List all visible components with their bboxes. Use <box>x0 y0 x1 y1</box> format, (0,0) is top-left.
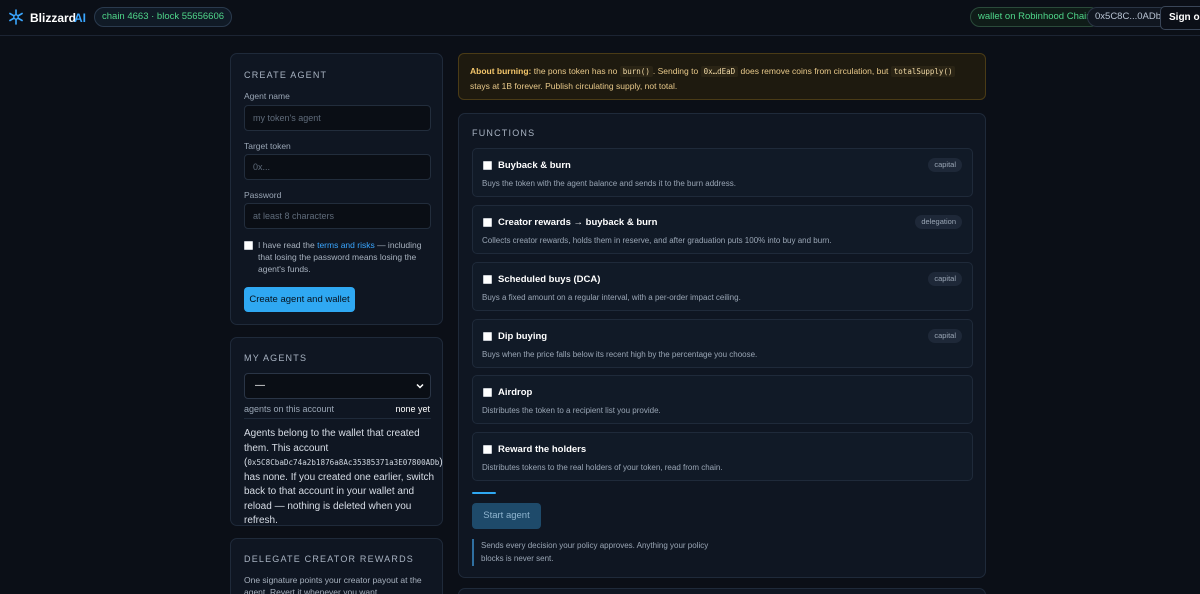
function-checkbox[interactable] <box>483 332 492 341</box>
create-agent-panel: CREATE AGENT Agent name Target token Pas… <box>230 53 443 325</box>
policy-note: Sends every decision your policy approve… <box>472 539 712 566</box>
function-checkbox[interactable] <box>483 218 492 227</box>
agents-count-value: none yet <box>395 404 430 414</box>
function-name: Scheduled buys (DCA) <box>498 274 601 285</box>
function-name: Buyback & burn <box>498 160 571 171</box>
wallet-status-badge[interactable]: wallet on Robinhood Chain <box>970 7 1100 27</box>
next-panel <box>458 588 986 594</box>
delegate-rewards-panel: DELEGATE CREATOR REWARDS One signature p… <box>230 538 443 594</box>
divider <box>244 418 431 419</box>
function-checkbox[interactable] <box>483 445 492 454</box>
notice-text-3: does remove coins from circulation, but <box>738 66 891 76</box>
agents-count-label: agents on this account <box>244 404 335 414</box>
function-description: Buys the token with the agent balance an… <box>482 179 736 188</box>
notice-text-2: . Sending to <box>652 66 701 76</box>
function-card-airdrop[interactable]: Airdrop Distributes the token to a recip… <box>472 375 973 424</box>
my-agents-panel: MY AGENTS — agents on this account none … <box>230 337 443 526</box>
account-address-badge[interactable]: 0x5C8C...0ADb <box>1087 7 1170 27</box>
target-token-label: Target token <box>244 141 291 151</box>
terms-checkbox[interactable] <box>244 241 253 250</box>
notice-code-1: burn() <box>619 66 653 77</box>
agent-name-label: Agent name <box>244 91 290 101</box>
function-checkbox[interactable] <box>483 275 492 284</box>
top-bar: Blizzard AI chain 4663 · block 55656606 … <box>0 0 1200 36</box>
chain-status-badge: chain 4663 · block 55656606 <box>94 7 233 27</box>
create-agent-button[interactable]: Create agent and wallet <box>244 287 355 312</box>
snowflake-logo-icon <box>9 9 23 25</box>
my-agents-title: MY AGENTS <box>244 353 308 363</box>
brand-name: Blizzard <box>30 11 77 25</box>
create-agent-title: CREATE AGENT <box>244 70 328 80</box>
function-card-reward-holders[interactable]: Reward the holders Distributes tokens to… <box>472 432 973 481</box>
password-label: Password <box>244 190 282 200</box>
target-token-input[interactable] <box>244 154 431 180</box>
functions-title: FUNCTIONS <box>472 128 536 138</box>
start-agent-button[interactable]: Start agent <box>472 503 541 529</box>
agents-desc-part-2: ) has none. If you created one earlier, … <box>244 457 443 526</box>
agent-name-input[interactable] <box>244 105 431 131</box>
function-description: Buys a fixed amount on a regular interva… <box>482 293 741 302</box>
function-tag: delegation <box>915 215 962 229</box>
agent-select-value: — <box>255 380 265 391</box>
notice-heading: About burning: <box>470 66 532 76</box>
terms-prefix: I have read the <box>258 240 318 250</box>
agents-description: Agents belong to the wallet that created… <box>244 427 443 529</box>
password-input[interactable] <box>244 203 431 229</box>
brand-suffix: AI <box>74 11 86 25</box>
function-tag: capital <box>928 158 962 172</box>
chevron-down-icon <box>416 383 424 389</box>
notice-code-3: totalSupply() <box>890 66 956 77</box>
terms-text: I have read the terms and risks — includ… <box>258 239 433 275</box>
notice-text-4: stays at 1B forever. Publish circulating… <box>470 81 678 91</box>
function-description: Distributes tokens to the real holders o… <box>482 463 723 472</box>
function-card-scheduled-buys[interactable]: Scheduled buys (DCA) Buys a fixed amount… <box>472 262 973 311</box>
burn-notice: About burning: the pons token has no bur… <box>458 53 986 100</box>
function-name: Creator rewards → buyback & burn <box>498 217 658 228</box>
account-address: 0x5C8CbaDc74a2b1876a8Ac35385371a3E07800A… <box>247 458 440 467</box>
function-tag: capital <box>928 329 962 343</box>
function-card-buyback-burn[interactable]: Buyback & burn Buys the token with the a… <box>472 148 973 197</box>
notice-text-1: the pons token has no <box>531 66 620 76</box>
terms-link[interactable]: terms and risks <box>317 240 375 250</box>
function-description: Buys when the price falls below its rece… <box>482 350 758 359</box>
function-checkbox[interactable] <box>483 161 492 170</box>
function-description: Distributes the token to a recipient lis… <box>482 406 661 415</box>
function-name: Reward the holders <box>498 444 587 455</box>
function-name: Airdrop <box>498 387 533 398</box>
notice-code-2: 0x…dEaD <box>700 66 739 77</box>
function-card-dip-buying[interactable]: Dip buying Buys when the price falls bel… <box>472 319 973 368</box>
function-tag: capital <box>928 272 962 286</box>
sign-out-button[interactable]: Sign out <box>1160 6 1200 30</box>
delegate-rewards-title: DELEGATE CREATOR REWARDS <box>244 554 414 564</box>
delegate-rewards-description: One signature points your creator payout… <box>244 575 422 594</box>
function-card-creator-rewards[interactable]: Creator rewards → buyback & burn Collect… <box>472 205 973 254</box>
function-description: Collects creator rewards, holds them in … <box>482 236 832 245</box>
progress-indicator <box>472 492 496 494</box>
function-name: Dip buying <box>498 331 548 342</box>
function-checkbox[interactable] <box>483 388 492 397</box>
agent-select[interactable]: — <box>244 373 431 399</box>
functions-panel: FUNCTIONS Buyback & burn Buys the token … <box>458 113 986 578</box>
